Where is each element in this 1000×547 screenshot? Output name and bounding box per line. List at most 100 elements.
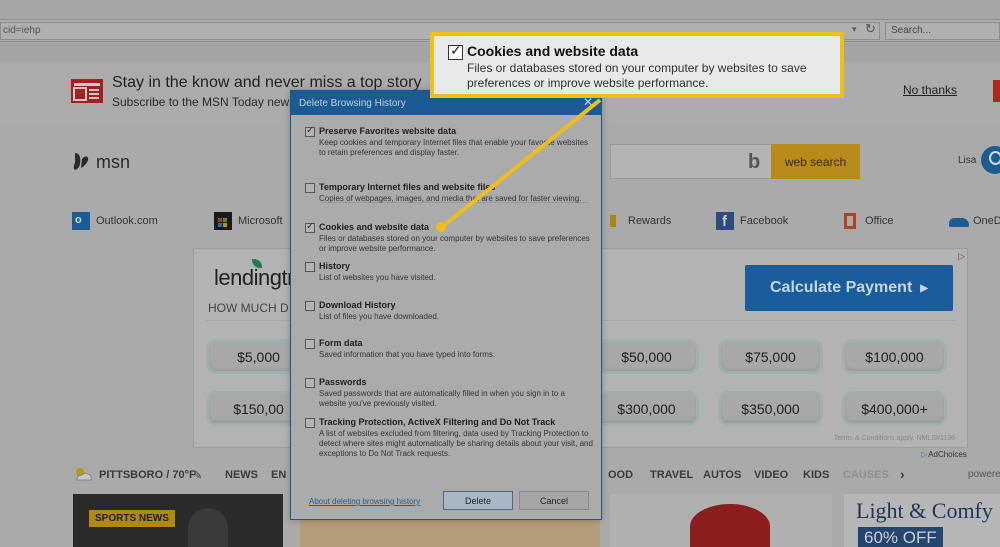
quicklink-rewards[interactable]: Rewards [604,212,671,230]
about-deleting-history-link[interactable]: About deleting browsing history [309,497,420,506]
web-search-button[interactable]: web search [771,144,860,179]
news-image [188,508,228,547]
dialog-title: Delete Browsing History [299,97,406,109]
no-thanks-link[interactable]: No thanks [903,83,957,97]
microsoft-store-icon [214,212,232,230]
option-description: Keep cookies and temporary Internet file… [319,138,589,157]
browser-toolbar [0,0,1000,20]
facebook-icon: f [716,212,734,230]
adchoices-link[interactable]: AdChoices [921,450,967,459]
option-description: Saved information that you have typed in… [319,350,496,359]
quicklink-office[interactable]: Office [841,212,894,230]
option-label: Cookies and website data [319,222,430,232]
option-label: Download History [319,300,396,310]
callout-checkbox-icon [448,42,463,60]
newspaper-icon [71,79,103,103]
option-label: Tracking Protection, ActiveX Filtering a… [319,417,556,427]
cookies-callout: Cookies and website data Files or databa… [430,32,844,98]
quicklink-label: Office [865,215,894,227]
callout-description: Files or databases stored on your comput… [467,61,807,90]
chevron-right-icon[interactable]: › [900,466,905,482]
msn-logo[interactable]: msn [72,151,130,173]
user-name[interactable]: Lisa [958,155,976,166]
partly-sunny-icon [76,468,92,481]
amount-button[interactable]: $50,000 [594,339,699,374]
avatar[interactable] [981,146,1000,174]
quicklink-label: Microsoft [238,215,283,227]
ad-question: HOW MUCH D [208,301,289,315]
news-card-sports[interactable]: SPORTS NEWS [73,494,283,547]
promo-card[interactable]: Light & Comfy 60% OFF [844,494,1000,547]
checkbox[interactable] [305,183,315,193]
delete-button[interactable]: Delete [443,491,513,510]
nav-news[interactable]: NEWS [225,469,258,481]
address-dropdown-icon[interactable]: ▾ [852,24,857,35]
amount-button[interactable]: $400,000+ [842,391,947,426]
outlook-icon: o [72,212,90,230]
checkbox[interactable] [305,262,315,272]
rewards-icon [604,212,622,230]
amount-button[interactable]: $350,000 [718,391,823,426]
nav-entertainment[interactable]: EN [271,469,286,481]
sports-news-tag: SPORTS NEWS [89,510,175,527]
weather-location[interactable]: PITTSBORO / 70°F [99,469,196,481]
option-label: Form data [319,338,363,348]
nav-food[interactable]: OOD [608,469,633,481]
bing-icon: b [748,151,761,173]
checkbox[interactable] [305,221,315,233]
news-image [690,504,770,547]
option-description: List of websites you have visited. [319,273,436,282]
subscribe-button-edge[interactable] [993,80,1000,102]
checkbox[interactable] [305,125,315,137]
pencil-icon[interactable]: ✎ [193,469,202,482]
browser-search-input[interactable]: Search... [885,22,1000,40]
option-label: Temporary Internet files and website fil… [319,182,496,192]
checkbox[interactable] [305,418,315,428]
option-description: Saved passwords that are automatically f… [319,389,565,408]
option-description: List of files you have downloaded. [319,312,440,321]
quicklink-label: OneD [973,215,1000,227]
amount-button[interactable]: $100,000 [842,339,947,374]
nav-video[interactable]: VIDEO [754,469,788,481]
dialog-body: Preserve Favorites website data Keep coo… [301,123,593,518]
promo-discount-tag: 60% OFF [858,527,943,547]
quicklink-facebook[interactable]: f Facebook [716,212,788,230]
nav-autos[interactable]: AUTOS [703,469,741,481]
checkbox[interactable] [305,339,315,349]
news-card[interactable] [610,494,832,547]
quicklink-onedrive[interactable]: OneD [949,212,1000,230]
option-description: Files or databases stored on your comput… [319,234,590,253]
calculate-payment-label: Calculate Payment [770,279,913,296]
office-icon [841,212,859,230]
onedrive-icon [949,212,969,230]
option-label: Passwords [319,377,367,387]
calculate-payment-button[interactable]: Calculate Payment ▶ [745,265,953,311]
option-label: Preserve Favorites website data [319,126,457,136]
callout-title: Cookies and website data [467,43,639,59]
nav-travel[interactable]: TRAVEL [650,469,693,481]
checkbox[interactable] [305,378,315,388]
delete-browsing-history-dialog: Delete Browsing History ✕ Preserve Favor… [290,90,602,520]
nav-causes[interactable]: CAUSES [843,469,889,481]
msn-logo-text: msn [96,151,131,172]
play-arrow-icon: ▶ [920,282,928,294]
quicklink-label: Facebook [740,215,789,227]
promo-title: Light & Comfy [856,498,993,523]
checkbox[interactable] [305,301,315,311]
amount-button[interactable]: $75,000 [718,339,823,374]
adchoices-corner-icon[interactable]: ▷ [958,251,965,262]
quicklink-label: Rewards [628,215,672,227]
ad-brand-logo: lendingtr [214,265,294,290]
quicklink-microsoft[interactable]: Microsoft [214,212,283,230]
cancel-button[interactable]: Cancel [519,491,589,510]
powered-by: powered [968,469,1000,480]
option-label: History [319,261,351,271]
ad-terms: Terms & Conditions apply. NMLS#1136 [833,435,955,442]
option-description: A list of websites excluded from filteri… [319,429,593,458]
nav-kids[interactable]: KIDS [803,469,829,481]
butterfly-icon [73,153,89,170]
option-description: Copies of webpages, images, and media th… [319,194,582,203]
amount-button[interactable]: $300,000 [594,391,699,426]
quicklink-outlook[interactable]: o Outlook.com [72,212,158,230]
refresh-icon[interactable]: ↻ [865,21,876,37]
